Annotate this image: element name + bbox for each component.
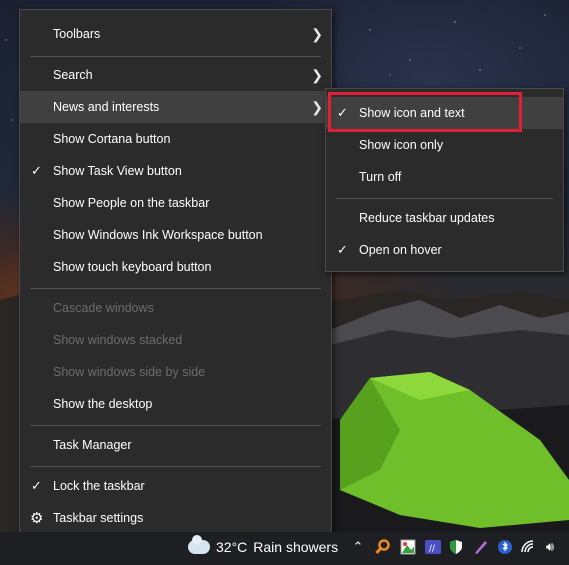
menu-item-label: Show touch keyboard button bbox=[53, 260, 212, 274]
menu-separator bbox=[30, 466, 321, 467]
menu-item-show-task-view[interactable]: ✓ Show Task View button bbox=[20, 155, 331, 187]
cloud-rain-icon bbox=[188, 535, 210, 554]
weather-temperature: 32°C bbox=[216, 539, 248, 555]
image-app-icon[interactable] bbox=[399, 538, 417, 556]
menu-item-show-desktop[interactable]: Show the desktop bbox=[20, 388, 331, 420]
menu-item-cascade-windows: Cascade windows bbox=[20, 292, 331, 324]
menu-item-label: Show Windows Ink Workspace button bbox=[53, 228, 263, 242]
submenu-item-reduce-taskbar-updates[interactable]: Reduce taskbar updates bbox=[326, 202, 563, 234]
menu-item-label: Taskbar settings bbox=[53, 511, 144, 525]
taskbar: 32°C Rain showers ⌃ // 🔊︎ bbox=[0, 532, 569, 565]
menu-item-task-manager[interactable]: Task Manager bbox=[20, 429, 331, 461]
menu-item-label: Reduce taskbar updates bbox=[359, 211, 495, 225]
pen-tray-icon[interactable] bbox=[472, 538, 490, 556]
gear-icon: ⚙ bbox=[30, 510, 44, 527]
submenu-item-show-icon-only[interactable]: Show icon only bbox=[326, 129, 563, 161]
menu-item-label: Show People on the taskbar bbox=[53, 196, 210, 210]
menu-item-label: News and interests bbox=[53, 100, 160, 114]
weather-condition: Rain showers bbox=[253, 539, 339, 555]
menu-item-search[interactable]: Search ❯ bbox=[20, 59, 331, 91]
menu-item-windows-stacked: Show windows stacked bbox=[20, 324, 331, 356]
menu-item-label: Open on hover bbox=[359, 243, 442, 257]
menu-item-windows-side-by-side: Show windows side by side bbox=[20, 356, 331, 388]
chevron-right-icon: ❯ bbox=[311, 25, 323, 42]
menu-item-label: Search bbox=[53, 68, 93, 82]
menu-separator bbox=[336, 198, 553, 199]
bluetooth-app-icon[interactable] bbox=[496, 538, 514, 556]
checkmark-icon: ✓ bbox=[31, 163, 42, 178]
menu-item-show-touch-keyboard[interactable]: Show touch keyboard button bbox=[20, 251, 331, 283]
menu-item-label: Show Cortana button bbox=[53, 132, 171, 146]
menu-item-label: Cascade windows bbox=[53, 301, 154, 315]
menu-item-label: Show windows side by side bbox=[53, 365, 206, 379]
menu-item-label: Toolbars bbox=[53, 27, 101, 41]
menu-item-toolbars[interactable]: Toolbars ❯ bbox=[20, 18, 331, 50]
menu-item-label: Show windows stacked bbox=[53, 333, 183, 347]
submenu-item-turn-off[interactable]: Turn off bbox=[326, 161, 563, 193]
app-tray-icon[interactable]: // bbox=[424, 538, 442, 556]
submenu-item-open-on-hover[interactable]: ✓ Open on hover bbox=[326, 234, 563, 266]
annotation-highlight-box bbox=[328, 92, 522, 132]
news-and-interests-widget[interactable]: 32°C Rain showers bbox=[188, 535, 339, 555]
svg-text://: // bbox=[429, 544, 436, 554]
menu-item-show-cortana[interactable]: Show Cortana button bbox=[20, 123, 331, 155]
volume-icon[interactable]: 🔊︎ bbox=[541, 538, 559, 556]
menu-item-label: Task Manager bbox=[53, 438, 132, 452]
search-app-icon[interactable] bbox=[374, 538, 392, 556]
menu-item-show-ink-workspace[interactable]: Show Windows Ink Workspace button bbox=[20, 219, 331, 251]
menu-item-label: Lock the taskbar bbox=[53, 479, 145, 493]
menu-item-label: Show icon only bbox=[359, 138, 444, 152]
security-shield-icon[interactable] bbox=[447, 538, 465, 556]
menu-separator bbox=[30, 425, 321, 426]
menu-item-label: Turn off bbox=[359, 170, 402, 184]
taskbar-context-menu: Toolbars ❯ Search ❯ News and interests ❯… bbox=[19, 9, 332, 543]
menu-item-news-and-interests[interactable]: News and interests ❯ bbox=[20, 91, 331, 123]
checkmark-icon: ✓ bbox=[337, 242, 348, 257]
menu-item-taskbar-settings[interactable]: ⚙ Taskbar settings bbox=[20, 502, 331, 534]
checkmark-icon: ✓ bbox=[31, 478, 42, 493]
menu-item-lock-taskbar[interactable]: ✓ Lock the taskbar bbox=[20, 470, 331, 502]
chevron-right-icon: ❯ bbox=[311, 66, 323, 83]
menu-item-label: Show the desktop bbox=[53, 397, 153, 411]
chevron-up-icon[interactable]: ⌃ bbox=[349, 538, 367, 556]
menu-separator bbox=[30, 56, 321, 57]
chevron-right-icon: ❯ bbox=[311, 98, 323, 115]
menu-item-label: Show Task View button bbox=[53, 164, 182, 178]
menu-item-show-people[interactable]: Show People on the taskbar bbox=[20, 187, 331, 219]
wifi-icon[interactable] bbox=[519, 538, 537, 556]
menu-separator bbox=[30, 288, 321, 289]
